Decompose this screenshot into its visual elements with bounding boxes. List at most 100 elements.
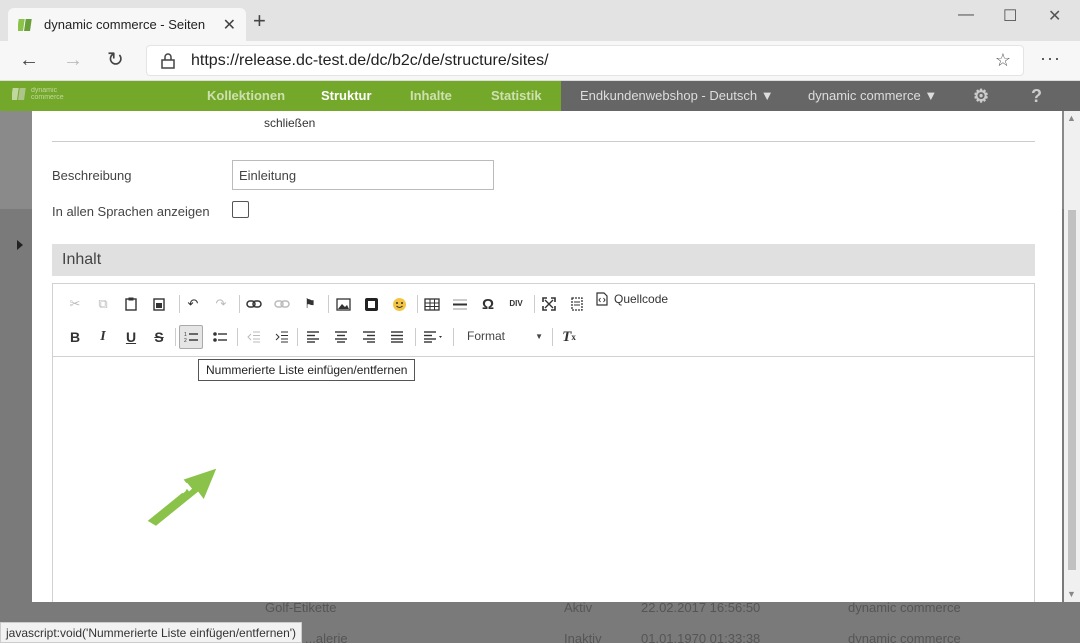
smiley-icon[interactable] — [387, 292, 411, 316]
indent-icon[interactable] — [269, 325, 293, 349]
url-field[interactable]: https://release.dc-test.de/dc/b2c/de/str… — [146, 45, 1024, 76]
toolbar-separator — [453, 328, 454, 346]
lock-icon — [161, 52, 175, 69]
numbered-list-icon[interactable]: 12 — [179, 325, 203, 349]
help-icon[interactable]: ? — [1031, 86, 1042, 107]
refresh-icon[interactable]: ↻ — [107, 49, 124, 71]
cut-icon[interactable]: ✂ — [63, 292, 87, 316]
dynamic-commerce-favicon-icon — [18, 18, 32, 31]
favorite-star-icon[interactable]: ☆ — [995, 50, 1011, 71]
align-center-icon[interactable] — [329, 325, 353, 349]
nav-inhalte[interactable]: Inhalte — [410, 88, 452, 103]
shop-selector[interactable]: Endkundenwebshop - Deutsch ▼ — [580, 88, 774, 103]
source-button[interactable]: Quellcode — [596, 292, 668, 306]
flash-icon[interactable] — [359, 292, 383, 316]
edit-modal: schließen Beschreibung In allen Sprachen… — [32, 111, 1062, 602]
link-icon[interactable] — [242, 292, 266, 316]
format-dropdown[interactable]: Format ▼ — [463, 325, 547, 347]
toolbar-separator — [179, 295, 180, 313]
nav-statistik[interactable]: Statistik — [491, 88, 542, 103]
bg-row-status: Aktiv — [564, 600, 593, 615]
app-header: dynamic commerce Kollektionen Struktur I… — [0, 81, 1080, 111]
nav-struktur[interactable]: Struktur — [321, 88, 372, 103]
nav-kollektionen[interactable]: Kollektionen — [207, 88, 285, 103]
outdent-icon[interactable] — [241, 325, 265, 349]
bg-row-name: Golf-Etikette — [265, 600, 337, 615]
toolbar-separator — [534, 295, 535, 313]
scroll-up-icon[interactable]: ▲ — [1067, 113, 1076, 123]
gear-icon[interactable]: ⚙ — [973, 86, 989, 107]
toolbar-separator — [297, 328, 298, 346]
chevron-down-icon: ▼ — [760, 88, 774, 103]
all-languages-label: In allen Sprachen anzeigen — [52, 204, 210, 219]
italic-icon[interactable]: I — [91, 325, 115, 349]
underline-icon[interactable]: U — [119, 325, 143, 349]
unlink-icon[interactable] — [270, 292, 294, 316]
scrollbar-thumb[interactable] — [1068, 210, 1076, 570]
bg-row-owner: dynamic commerce — [848, 631, 961, 643]
maximize-window-icon[interactable]: ☐ — [1003, 6, 1017, 26]
toolbar-separator — [415, 328, 416, 346]
user-selector[interactable]: dynamic commerce ▼ — [808, 88, 937, 103]
forward-icon[interactable]: → — [63, 49, 83, 71]
paste-icon[interactable] — [119, 292, 143, 316]
address-bar-row: ← → ↻ https://release.dc-test.de/dc/b2c/… — [0, 41, 1080, 81]
special-char-icon[interactable]: Ω — [476, 292, 500, 316]
user-selector-label: dynamic commerce — [808, 88, 921, 103]
align-right-icon[interactable] — [357, 325, 381, 349]
all-languages-checkbox[interactable] — [232, 201, 249, 218]
svg-text:2: 2 — [184, 338, 187, 343]
show-blocks-icon[interactable] — [565, 292, 589, 316]
bg-row-name: ...alerie — [305, 631, 348, 643]
close-tab-icon[interactable]: ✕ — [223, 15, 236, 35]
dynamic-commerce-logo-icon — [12, 88, 26, 100]
image-icon[interactable] — [331, 292, 355, 316]
browser-status-bar: javascript:void('Nummerierte Liste einfü… — [0, 622, 303, 643]
justify-icon[interactable] — [385, 325, 409, 349]
bg-row-status: Inaktiv — [564, 631, 602, 643]
app-logo[interactable]: dynamic commerce — [12, 86, 64, 102]
copy-icon[interactable]: ⧉ — [91, 292, 115, 316]
url-text: https://release.dc-test.de/dc/b2c/de/str… — [191, 51, 549, 69]
bg-row-date: 01.01.1970 01:33:38 — [641, 631, 761, 643]
bg-row-owner: dynamic commerce — [848, 600, 961, 615]
description-label: Beschreibung — [52, 168, 132, 183]
paste-text-icon[interactable] — [147, 292, 171, 316]
bg-row-date: 22.02.2017 16:56:50 — [641, 600, 761, 615]
toolbar-separator — [237, 328, 238, 346]
tab-title: dynamic commerce - Seiten — [44, 17, 206, 32]
back-icon[interactable]: ← — [19, 49, 39, 71]
remove-format-icon[interactable]: Tx — [557, 325, 581, 349]
browser-tab[interactable]: dynamic commerce - Seiten ✕ — [8, 8, 246, 41]
divider — [52, 141, 1035, 142]
tooltip: Nummerierte Liste einfügen/entfernen — [198, 359, 416, 381]
editor-toolbar: ✂ ⧉ ↶ ↷ ⚑ Ω DIV Quellcode B I U S 1 2 Fo… — [53, 284, 1034, 357]
bidi-icon[interactable] — [419, 325, 449, 349]
div-icon[interactable]: DIV — [504, 292, 528, 316]
browser-menu-icon[interactable]: ··· — [1040, 48, 1061, 69]
toolbar-separator — [239, 295, 240, 313]
redo-icon[interactable]: ↷ — [209, 292, 233, 316]
toolbar-separator — [417, 295, 418, 313]
bulleted-list-icon[interactable] — [208, 325, 232, 349]
description-input[interactable] — [232, 160, 494, 190]
table-icon[interactable] — [420, 292, 444, 316]
scroll-down-icon[interactable]: ▼ — [1067, 589, 1076, 599]
strike-icon[interactable]: S — [147, 325, 171, 349]
highlight-arrow-icon — [144, 465, 220, 529]
logo-line1: dynamic — [31, 87, 58, 94]
vertical-scrollbar[interactable]: ▲ ▼ — [1064, 111, 1080, 602]
minimize-icon[interactable]: — — [958, 6, 974, 24]
new-tab-icon[interactable]: + — [253, 10, 266, 32]
maximize-icon[interactable] — [537, 292, 561, 316]
anchor-icon[interactable]: ⚑ — [298, 292, 322, 316]
undo-icon[interactable]: ↶ — [181, 292, 205, 316]
source-label: Quellcode — [614, 292, 669, 306]
content-section-header: Inhalt — [52, 244, 1035, 276]
bold-icon[interactable]: B — [63, 325, 87, 349]
expand-arrow-icon — [17, 240, 23, 250]
source-icon — [596, 292, 608, 306]
horizontal-line-icon[interactable] — [448, 292, 472, 316]
align-left-icon[interactable] — [301, 325, 325, 349]
close-window-icon[interactable]: ✕ — [1048, 6, 1061, 26]
